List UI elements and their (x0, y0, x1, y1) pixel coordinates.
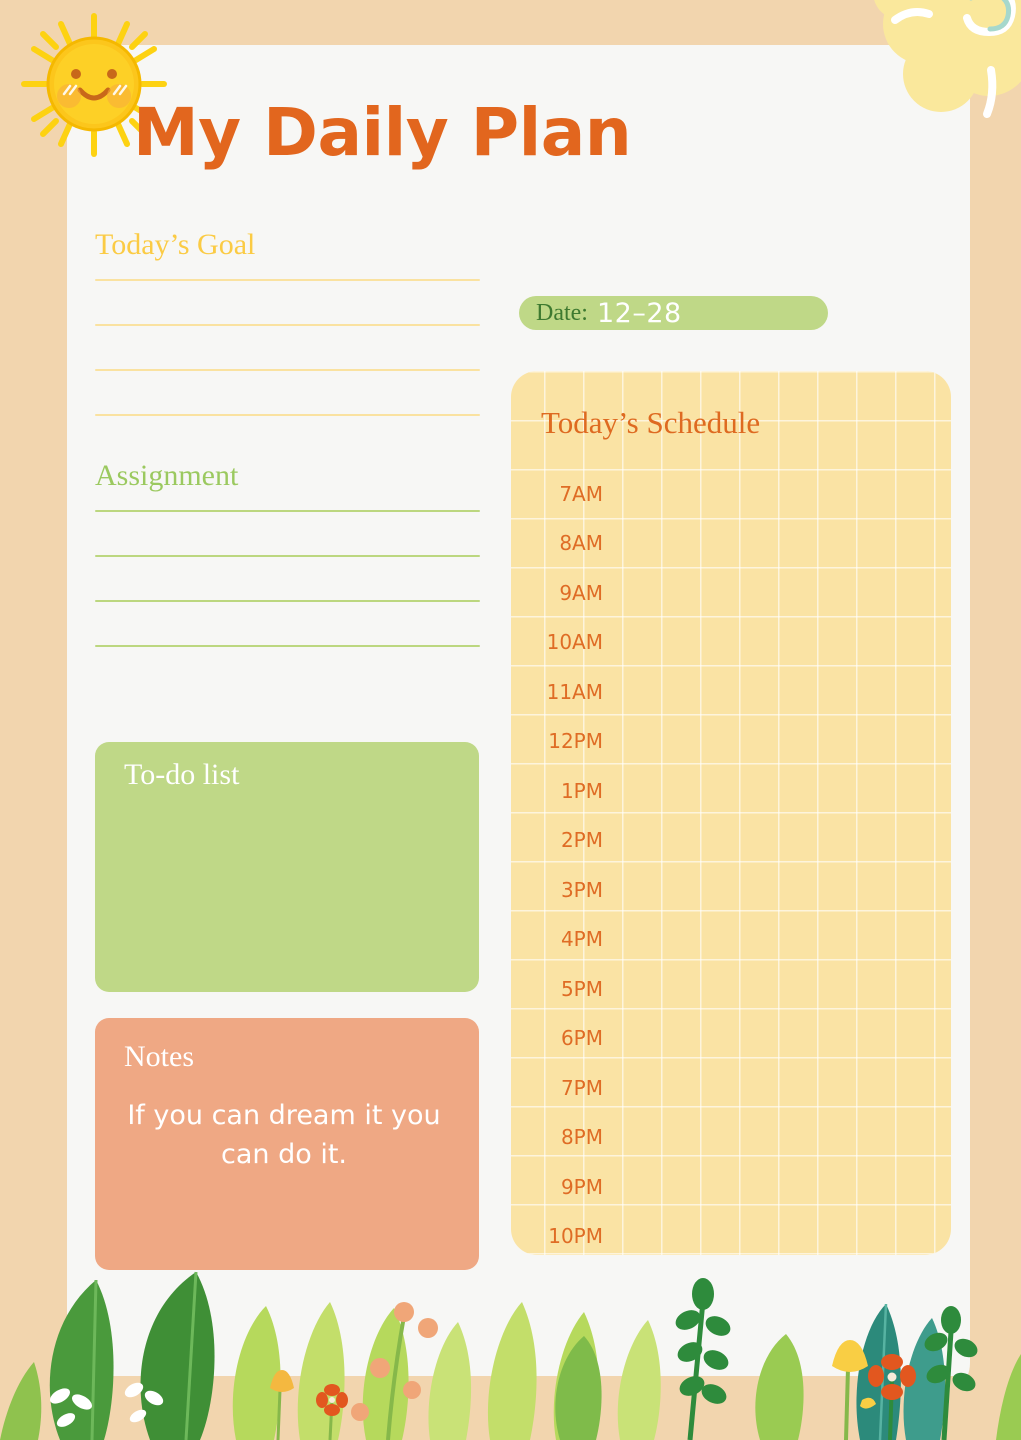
schedule-slot-label: 6PM (560, 1026, 603, 1051)
schedule-slot[interactable]: 2PM (511, 816, 951, 866)
todo-list-card[interactable]: To-do list (95, 742, 479, 992)
schedule-slot[interactable]: 8PM (511, 1113, 951, 1163)
schedule-slot-label: 10PM (548, 1224, 603, 1249)
schedule-heading: Today’s Schedule (541, 405, 761, 440)
plants-illustration (0, 1271, 1021, 1440)
page-title: My Daily Plan (133, 94, 632, 171)
todo-list-heading: To-do list (124, 758, 240, 791)
goal-lines[interactable] (95, 279, 480, 416)
assignment-line[interactable] (95, 645, 480, 647)
date-value[interactable]: 12–28 (597, 298, 682, 329)
notes-card[interactable]: Notes If you can dream it you can do it. (95, 1018, 479, 1270)
schedule-slot-list: 7AM 8AM 9AM 10AM 11AM 12PM 1PM 2PM 3PM 4PM 5PM 6PM 7… (511, 469, 951, 1255)
schedule-slot-label: 7AM (559, 481, 603, 506)
schedule-slot[interactable]: 1PM (511, 766, 951, 816)
assignment-heading: Assignment (95, 459, 239, 492)
schedule-slot-label: 1PM (560, 778, 603, 803)
notes-heading: Notes (124, 1040, 194, 1073)
assignment-lines[interactable] (95, 510, 480, 647)
schedule-slot[interactable]: 7PM (511, 1063, 951, 1113)
assignment-line[interactable] (95, 510, 480, 512)
schedule-slot[interactable]: 9PM (511, 1162, 951, 1212)
schedule-slot-label: 12PM (548, 729, 603, 754)
left-column: Today’s Goal Assignment (95, 228, 480, 690)
schedule-slot[interactable]: 4PM (511, 915, 951, 965)
schedule-slot-label: 11AM (546, 679, 603, 704)
schedule-slot[interactable]: 10PM (511, 1212, 951, 1256)
schedule-slot-label: 4PM (560, 927, 603, 952)
goal-heading: Today’s Goal (95, 228, 256, 261)
schedule-slot[interactable]: 11AM (511, 667, 951, 717)
daily-planner-page: My Daily Plan Today’s Goal Assignment To… (0, 0, 1021, 1440)
schedule-slot-label: 9AM (559, 580, 603, 605)
schedule-slot[interactable]: 9AM (511, 568, 951, 618)
flower-icon (874, 0, 1021, 118)
schedule-slot-label: 2PM (560, 828, 603, 853)
schedule-slot-label: 8PM (560, 1125, 603, 1150)
schedule-slot-label: 9PM (560, 1174, 603, 1199)
schedule-slot-label: 8AM (559, 531, 603, 556)
schedule-slot-label: 10AM (546, 630, 603, 655)
goal-line[interactable] (95, 324, 480, 326)
schedule-card[interactable]: Today’s Schedule 7AM 8AM 9AM 10AM 11AM 12PM 1P… (511, 371, 951, 1255)
goal-line[interactable] (95, 414, 480, 416)
assignment-line[interactable] (95, 600, 480, 602)
schedule-slot-label: 5PM (560, 976, 603, 1001)
goal-line[interactable] (95, 369, 480, 371)
schedule-slot[interactable]: 8AM (511, 519, 951, 569)
schedule-slot[interactable]: 6PM (511, 1014, 951, 1064)
schedule-slot[interactable]: 3PM (511, 865, 951, 915)
date-label: Date: (536, 299, 588, 326)
schedule-slot-label: 3PM (560, 877, 603, 902)
schedule-slot[interactable]: 12PM (511, 717, 951, 767)
schedule-slot[interactable]: 7AM (511, 469, 951, 519)
schedule-slot[interactable]: 5PM (511, 964, 951, 1014)
assignment-line[interactable] (95, 555, 480, 557)
schedule-slot[interactable]: 10AM (511, 618, 951, 668)
notes-quote: If you can dream it you can do it. (127, 1100, 441, 1171)
date-badge[interactable]: Date: 12–28 (519, 296, 828, 330)
schedule-slot-label: 7PM (560, 1075, 603, 1100)
goal-line[interactable] (95, 279, 480, 281)
